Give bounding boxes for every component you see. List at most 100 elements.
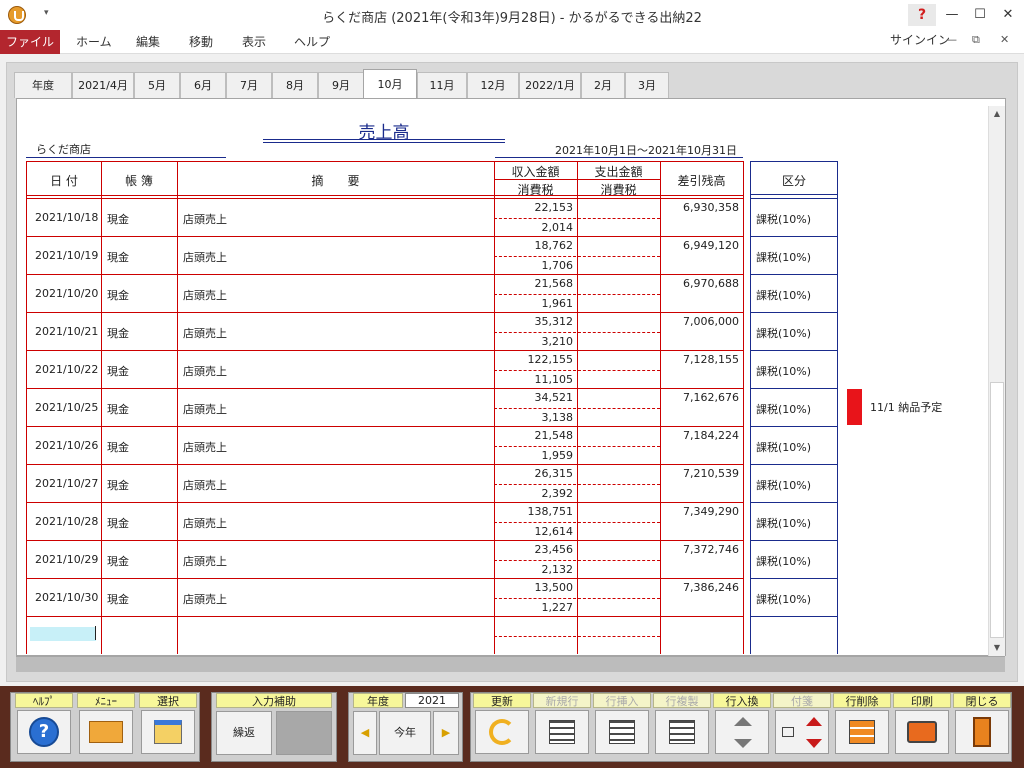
insert-row-button[interactable]: 行挿入 bbox=[593, 693, 651, 757]
tab-05[interactable]: 5月 bbox=[134, 72, 180, 98]
print-button[interactable]: 印刷 bbox=[893, 693, 951, 757]
tab-02-next[interactable]: 2月 bbox=[581, 72, 625, 98]
select-tool-button[interactable]: 選択 bbox=[139, 693, 197, 757]
header-date: 日 付 bbox=[50, 174, 78, 188]
table-row[interactable]: 2021/10/28 現金 店頭売上 138,751 12,614 7,349,… bbox=[27, 503, 743, 541]
swap-row-button[interactable]: 行入換 bbox=[713, 693, 771, 757]
new-row-face bbox=[535, 710, 589, 754]
table-row[interactable]: 2021/10/20 現金 店頭売上 21,568 1,961 6,970,68… bbox=[27, 275, 743, 313]
sticky-button[interactable]: 付箋 bbox=[773, 693, 831, 757]
category-cell[interactable]: 課税(10%) bbox=[751, 351, 837, 389]
menu-tool-button[interactable]: ﾒﾆｭｰ bbox=[77, 693, 135, 757]
table-row[interactable]: 2021/10/27 現金 店頭売上 26,315 2,392 7,210,53… bbox=[27, 465, 743, 503]
scroll-thumb[interactable] bbox=[990, 382, 1004, 638]
next-year-arrow-icon[interactable]: ▶ bbox=[433, 711, 459, 755]
help-tool-button[interactable]: ﾍﾙﾌﾟ ? bbox=[15, 693, 73, 757]
tab-11[interactable]: 11月 bbox=[417, 72, 467, 98]
refresh-button[interactable]: 更新 bbox=[473, 693, 531, 757]
ribbon-restore-button[interactable]: ⧉ bbox=[972, 33, 980, 47]
new-entry-row[interactable] bbox=[27, 617, 743, 655]
row-book: 現金 bbox=[107, 593, 129, 606]
row-tax-divider bbox=[494, 446, 660, 447]
tab-10[interactable]: 10月 bbox=[363, 69, 417, 98]
table-row[interactable]: 2021/10/29 現金 店頭売上 23,456 2,132 7,372,74… bbox=[27, 541, 743, 579]
table-row[interactable]: 2021/10/26 現金 店頭売上 21,548 1,959 7,184,22… bbox=[27, 427, 743, 465]
row-tax: 11,105 bbox=[534, 373, 574, 386]
prev-year-arrow-icon[interactable]: ◀ bbox=[353, 711, 377, 755]
row-book: 現金 bbox=[107, 555, 129, 568]
table-row[interactable]: 2021/10/19 現金 店頭売上 18,762 1,706 6,949,12… bbox=[27, 237, 743, 275]
sticky-note-text[interactable]: 11/1 納品予定 bbox=[870, 399, 942, 415]
ledger-table: 日 付 帳 簿 摘 要 収入金額 消費税 支出金額 消費税 差引残高 2021/… bbox=[26, 161, 744, 654]
table-row[interactable]: 2021/10/18 現金 店頭売上 22,153 2,014 6,930,35… bbox=[27, 199, 743, 237]
row-balance: 7,184,224 bbox=[683, 429, 739, 442]
category-cell[interactable]: 課税(10%) bbox=[751, 465, 837, 503]
tab-03-next[interactable]: 3月 bbox=[625, 72, 669, 98]
table-row[interactable]: 2021/10/22 現金 店頭売上 122,155 11,105 7,128,… bbox=[27, 351, 743, 389]
ribbon-close-button[interactable]: ✕ bbox=[1000, 33, 1009, 46]
category-cell[interactable]: 課税(10%) bbox=[751, 541, 837, 579]
vertical-scrollbar[interactable]: ▲ ▼ bbox=[988, 106, 1005, 656]
close-button[interactable]: ✕ bbox=[994, 4, 1022, 26]
signin-link[interactable]: サインイン bbox=[890, 31, 950, 48]
date-input-cell[interactable] bbox=[30, 627, 96, 641]
scroll-down-arrow-icon[interactable]: ▼ bbox=[989, 640, 1005, 656]
row-tax: 3,210 bbox=[541, 335, 574, 348]
tab-07[interactable]: 7月 bbox=[226, 72, 272, 98]
quick-access-dropdown-icon[interactable]: ▾ bbox=[44, 8, 49, 18]
menu-move[interactable]: 移動 bbox=[185, 30, 217, 54]
sticky-label: 付箋 bbox=[773, 693, 831, 708]
menu-view[interactable]: 表示 bbox=[238, 30, 270, 54]
category-cell[interactable]: 課税(10%) bbox=[751, 427, 837, 465]
row-income: 21,548 bbox=[534, 429, 574, 442]
menu-file[interactable]: ファイル bbox=[0, 30, 60, 54]
category-cell[interactable]: 課税(10%) bbox=[751, 389, 837, 427]
minimize-button[interactable]: — bbox=[938, 4, 966, 26]
row-description: 店頭売上 bbox=[183, 289, 227, 302]
category-cell[interactable]: 課税(10%) bbox=[751, 313, 837, 351]
row-income: 22,153 bbox=[534, 201, 574, 214]
help-button[interactable]: ? bbox=[908, 4, 936, 26]
maximize-button[interactable]: ☐ bbox=[966, 4, 994, 26]
copy-row-button[interactable]: 行複製 bbox=[653, 693, 711, 757]
close-app-button[interactable]: 閉じる bbox=[953, 693, 1011, 757]
tab-2021-04[interactable]: 2021/4月 bbox=[72, 72, 134, 98]
category-cell-empty[interactable] bbox=[751, 617, 837, 655]
input-assist-blank-button[interactable] bbox=[276, 711, 332, 755]
app-camel-icon[interactable] bbox=[8, 6, 26, 24]
table-row[interactable]: 2021/10/25 現金 店頭売上 34,521 3,138 7,162,67… bbox=[27, 389, 743, 427]
tab-09[interactable]: 9月 bbox=[318, 72, 364, 98]
ribbon-minimize-button[interactable]: — bbox=[946, 33, 957, 46]
menu-edit[interactable]: 編集 bbox=[132, 30, 164, 54]
header-expense: 支出金額 bbox=[594, 165, 643, 179]
row-tax-divider bbox=[494, 370, 660, 371]
toolbar-group-year: 年度 2021 ◀ 今年 ▶ bbox=[348, 692, 463, 762]
menu-help[interactable]: ヘルプ bbox=[290, 30, 334, 54]
row-date: 2021/10/28 bbox=[35, 515, 99, 528]
tab-2022-01[interactable]: 2022/1月 bbox=[519, 72, 581, 98]
scroll-up-arrow-icon[interactable]: ▲ bbox=[989, 106, 1005, 122]
new-row-button[interactable]: 新規行 bbox=[533, 693, 591, 757]
repeat-button[interactable]: 繰返 bbox=[216, 711, 272, 755]
row-balance: 7,162,676 bbox=[683, 391, 739, 404]
sticky-note-marker[interactable] bbox=[847, 389, 862, 425]
row-book: 現金 bbox=[107, 289, 129, 302]
category-cell[interactable]: 課税(10%) bbox=[751, 503, 837, 541]
table-row[interactable]: 2021/10/30 現金 店頭売上 13,500 1,227 7,386,24… bbox=[27, 579, 743, 617]
category-cell[interactable]: 課税(10%) bbox=[751, 275, 837, 313]
tab-fiscal-year[interactable]: 年度 bbox=[14, 72, 72, 98]
table-row[interactable]: 2021/10/21 現金 店頭売上 35,312 3,210 7,006,00… bbox=[27, 313, 743, 351]
tab-06[interactable]: 6月 bbox=[180, 72, 226, 98]
horizontal-scrollbar[interactable] bbox=[16, 656, 1005, 672]
menu-home[interactable]: ホーム bbox=[72, 30, 116, 54]
row-balance: 7,386,246 bbox=[683, 581, 739, 594]
delete-row-button[interactable]: 行削除 bbox=[833, 693, 891, 757]
category-cell[interactable]: 課税(10%) bbox=[751, 199, 837, 237]
new-row-icon bbox=[549, 720, 575, 744]
category-cell[interactable]: 課税(10%) bbox=[751, 579, 837, 617]
year-value[interactable]: 2021 bbox=[405, 693, 459, 708]
tab-12[interactable]: 12月 bbox=[467, 72, 519, 98]
this-year-button[interactable]: 今年 bbox=[379, 711, 431, 755]
category-cell[interactable]: 課税(10%) bbox=[751, 237, 837, 275]
tab-08[interactable]: 8月 bbox=[272, 72, 318, 98]
